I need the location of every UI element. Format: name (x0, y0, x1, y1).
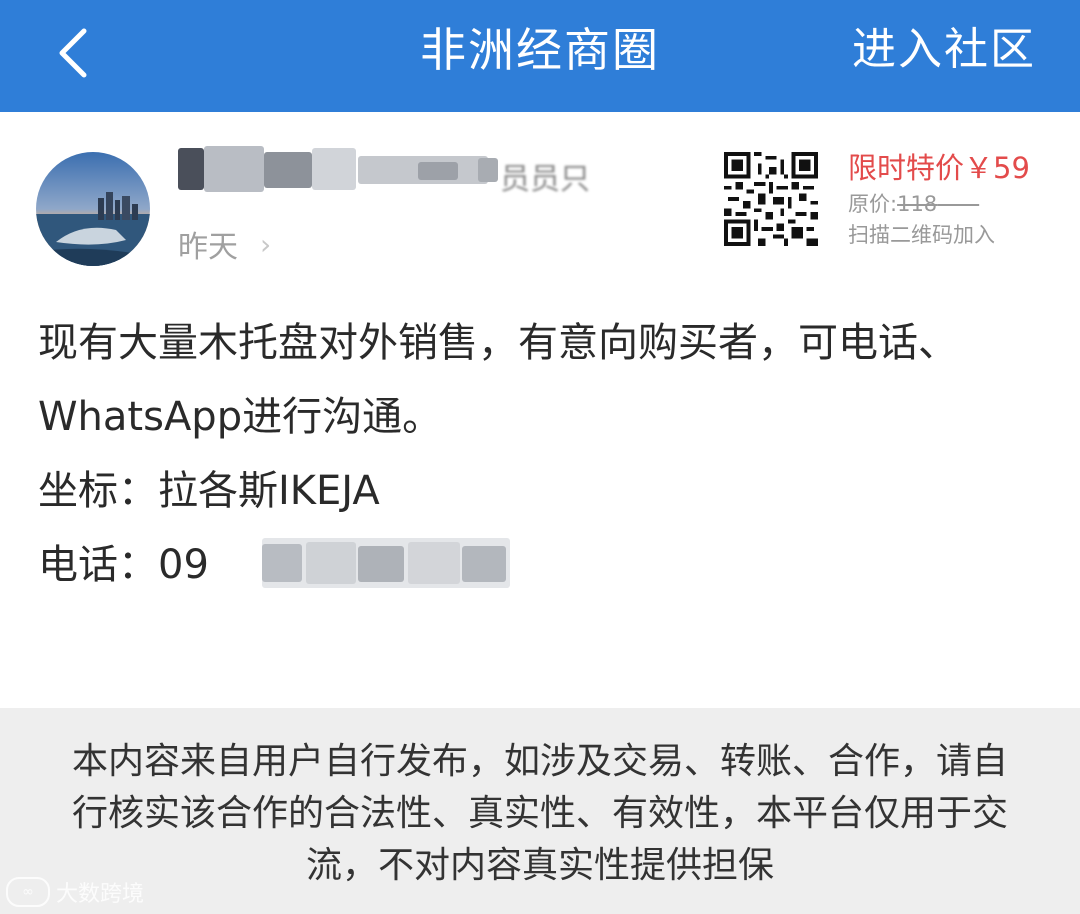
post-body-text: 现有大量木托盘对外销售，有意向购买者，可电话、WhatsApp进行沟通。 (38, 320, 958, 440)
original-price-prefix: 原价: (848, 192, 898, 216)
post-location: 坐标：拉各斯IKEJA (38, 468, 380, 514)
watermark: ∞ 大数跨境 (6, 876, 144, 908)
post-phone: 电话：09 (38, 528, 1048, 602)
avatar[interactable] (36, 152, 150, 266)
promo-price: 限时特价￥59 (848, 151, 1030, 185)
watermark-logo-icon: ∞ (6, 877, 50, 907)
phone-number-redacted (262, 538, 510, 588)
qr-code (724, 152, 818, 246)
author-name-suffix: 员员只 (500, 162, 590, 197)
original-price: 原价:118—— (848, 192, 980, 216)
post-time-label: 昨天 (178, 230, 238, 265)
app-header: 非洲经商圈 进入社区 (0, 0, 1080, 112)
watermark-text: 大数跨境 (56, 882, 145, 907)
disclaimer-panel: 本内容来自用户自行发布，如涉及交易、转账、合作，请自行核实该合作的合法性、真实性… (0, 708, 1080, 914)
original-price-value: 118 (897, 192, 938, 216)
disclaimer-text: 本内容来自用户自行发布，如涉及交易、转账、合作，请自行核实该合作的合法性、真实性… (71, 741, 1008, 886)
post-time[interactable]: 昨天 › (178, 222, 271, 266)
post-content: 现有大量木托盘对外销售，有意向购买者，可电话、WhatsApp进行沟通。 坐标：… (38, 306, 1048, 602)
phone-label: 电话： (38, 542, 158, 588)
enter-community-button[interactable]: 进入社区 (852, 18, 1036, 82)
phone-visible-digits: 09 (158, 542, 209, 588)
chevron-right-icon: › (260, 227, 272, 261)
scan-qr-hint: 扫描二维码加入 (848, 223, 995, 247)
promo-box: 限时特价￥59 原价:118—— 扫描二维码加入 (848, 148, 1068, 250)
